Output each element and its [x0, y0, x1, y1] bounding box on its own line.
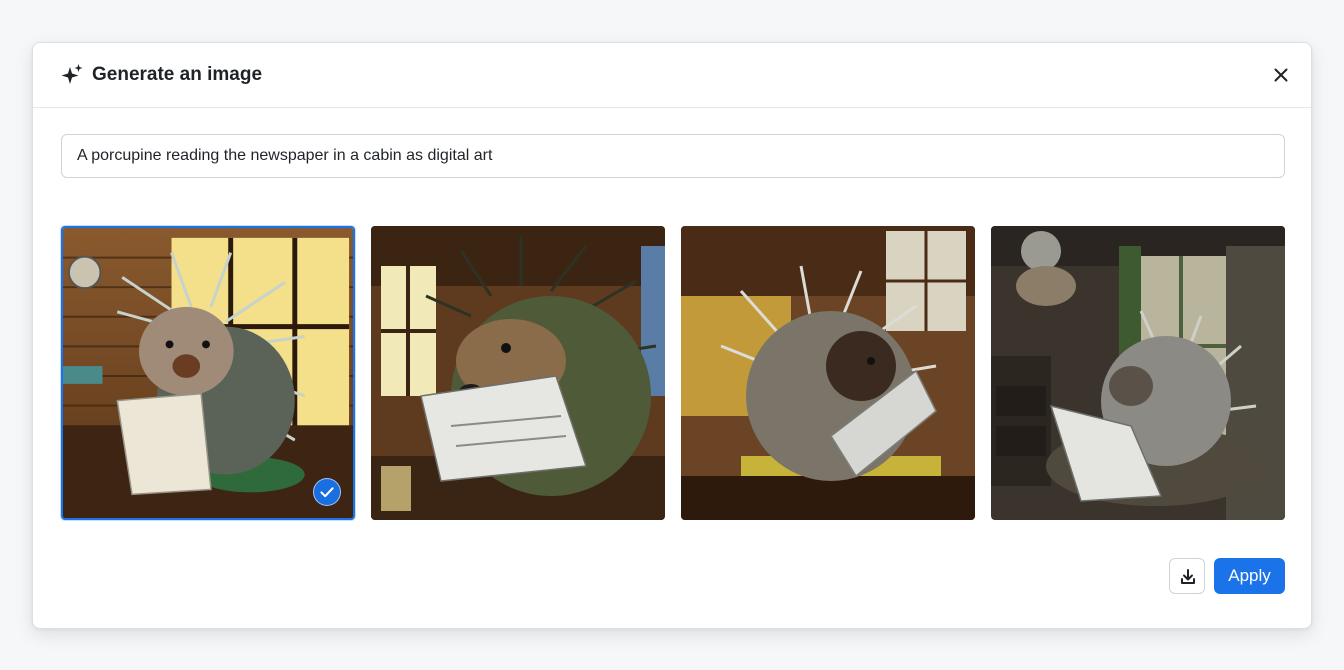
porcupine-image — [63, 228, 353, 518]
porcupine-image — [371, 226, 665, 520]
generated-images-grid — [61, 226, 1285, 520]
generated-image-4[interactable] — [991, 226, 1285, 520]
check-icon — [313, 478, 341, 506]
close-icon[interactable] — [1271, 65, 1291, 85]
generated-image-3[interactable] — [681, 226, 975, 520]
apply-button[interactable]: Apply — [1214, 558, 1285, 594]
sparkle-icon — [61, 64, 83, 84]
dialog-title: Generate an image — [92, 64, 263, 85]
dialog-header: Generate an image — [33, 43, 1311, 108]
download-icon — [1181, 569, 1195, 584]
generated-image-2[interactable] — [371, 226, 665, 520]
generated-image-1[interactable] — [61, 226, 355, 520]
porcupine-image — [681, 226, 975, 520]
download-button[interactable] — [1169, 558, 1205, 594]
prompt-input[interactable] — [61, 134, 1285, 178]
porcupine-image — [991, 226, 1285, 520]
generate-image-dialog: Generate an image A porcupine reading th… — [32, 42, 1312, 629]
